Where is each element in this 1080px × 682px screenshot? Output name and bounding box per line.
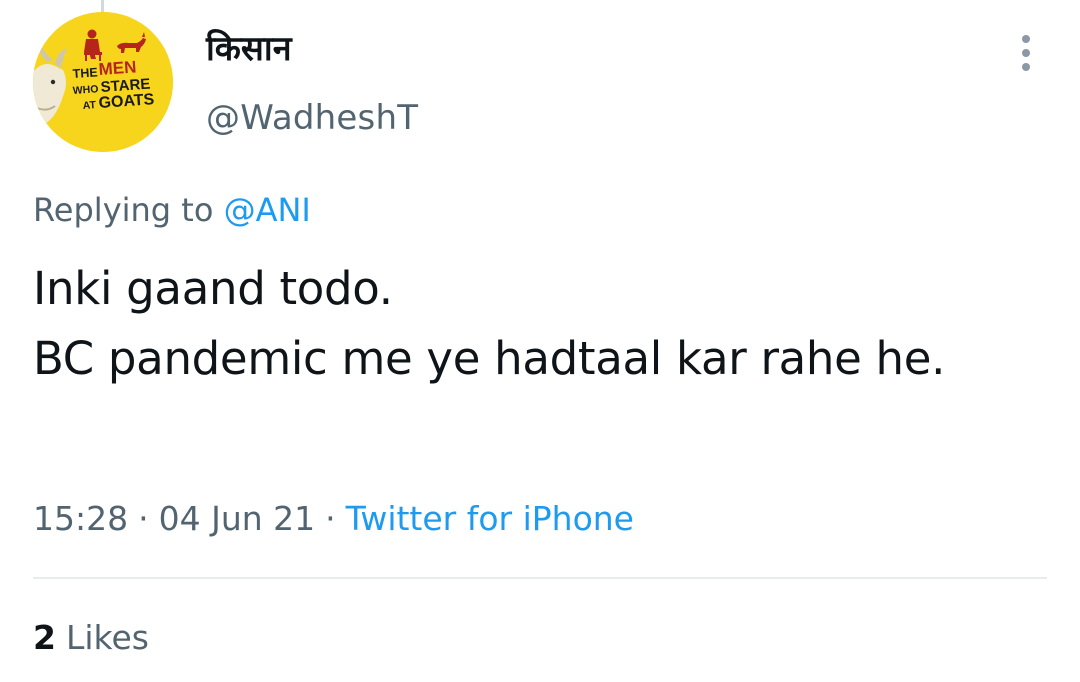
tweet-source-link[interactable]: Twitter for iPhone	[346, 499, 634, 538]
svg-text:THE: THE	[72, 65, 98, 81]
likes-count: 2	[33, 618, 56, 657]
tweet-date[interactable]: 04 Jun 21	[159, 499, 316, 538]
more-options-button[interactable]	[1006, 30, 1046, 76]
author-display-name[interactable]: किसान	[206, 26, 292, 72]
likes-summary[interactable]: 2 Likes	[33, 615, 149, 661]
replying-to-line: Replying to @ANI	[33, 188, 311, 232]
tweet-text: Inki gaand todo. BC pandemic me ye hadta…	[33, 262, 946, 385]
replying-to-label: Replying to	[33, 191, 214, 229]
thread-connector-line	[101, 0, 104, 12]
tweet-meta-line: 15:28 · 04 Jun 21 · Twitter for iPhone	[33, 496, 634, 542]
likes-label: Likes	[65, 618, 149, 657]
author-avatar[interactable]: THE MEN WHO STARE AT GOATS	[33, 12, 173, 152]
svg-text:WHO: WHO	[72, 83, 98, 97]
svg-text:AT: AT	[82, 99, 97, 112]
section-divider	[33, 577, 1047, 579]
goat-poster-avatar-icon: THE MEN WHO STARE AT GOATS	[33, 12, 173, 152]
tweet-time[interactable]: 15:28	[33, 499, 128, 538]
meta-separator: ·	[138, 499, 149, 538]
svg-text:MEN: MEN	[98, 57, 137, 79]
tweet-detail: THE MEN WHO STARE AT GOATS किसान @Wadhes…	[0, 0, 1080, 682]
replying-to-mention-link[interactable]: @ANI	[224, 191, 311, 229]
author-handle[interactable]: @WadheshT	[206, 96, 418, 140]
vertical-ellipsis-icon	[1022, 35, 1030, 71]
meta-separator: ·	[325, 499, 336, 538]
